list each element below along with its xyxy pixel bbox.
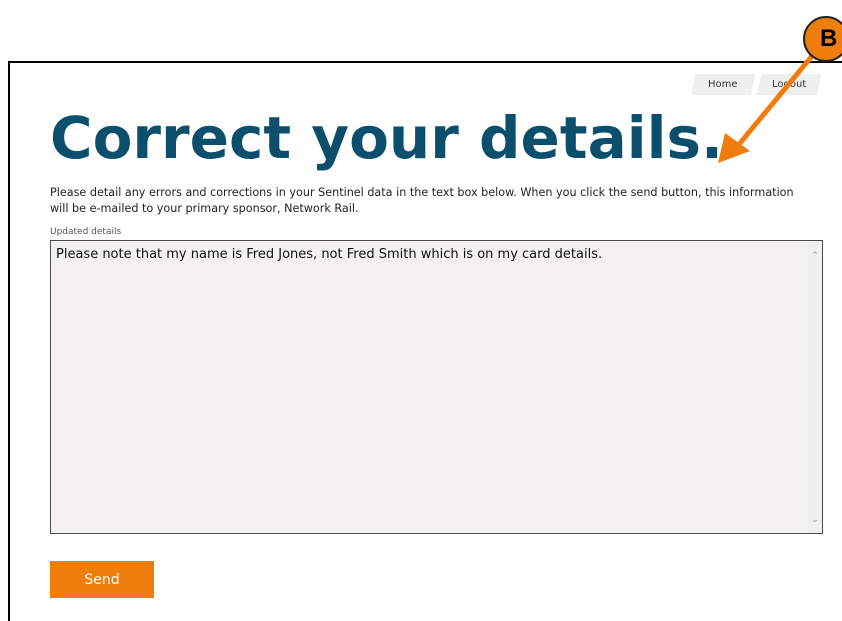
chevron-down-icon[interactable]: ⌄ <box>809 515 821 525</box>
updated-details-textarea[interactable]: Please note that my name is Fred Jones, … <box>50 240 823 534</box>
send-button[interactable]: Send <box>50 561 154 598</box>
chevron-up-icon[interactable]: ⌃ <box>809 251 821 261</box>
nav-logout-label: Logout <box>771 79 807 90</box>
annotation-badge: B <box>803 16 842 62</box>
nav-home-link[interactable]: Home <box>690 74 756 95</box>
nav-logout-link[interactable]: Logout <box>756 74 822 95</box>
nav-home-label: Home <box>708 79 738 90</box>
updated-details-label: Updated details <box>50 227 122 237</box>
intro-text: Please detail any errors and corrections… <box>50 186 794 215</box>
updated-details-value: Please note that my name is Fred Jones, … <box>56 247 603 262</box>
page-title: Correct your details. <box>50 104 724 172</box>
textarea-scrollbar[interactable]: ⌃ ⌄ <box>808 241 822 533</box>
